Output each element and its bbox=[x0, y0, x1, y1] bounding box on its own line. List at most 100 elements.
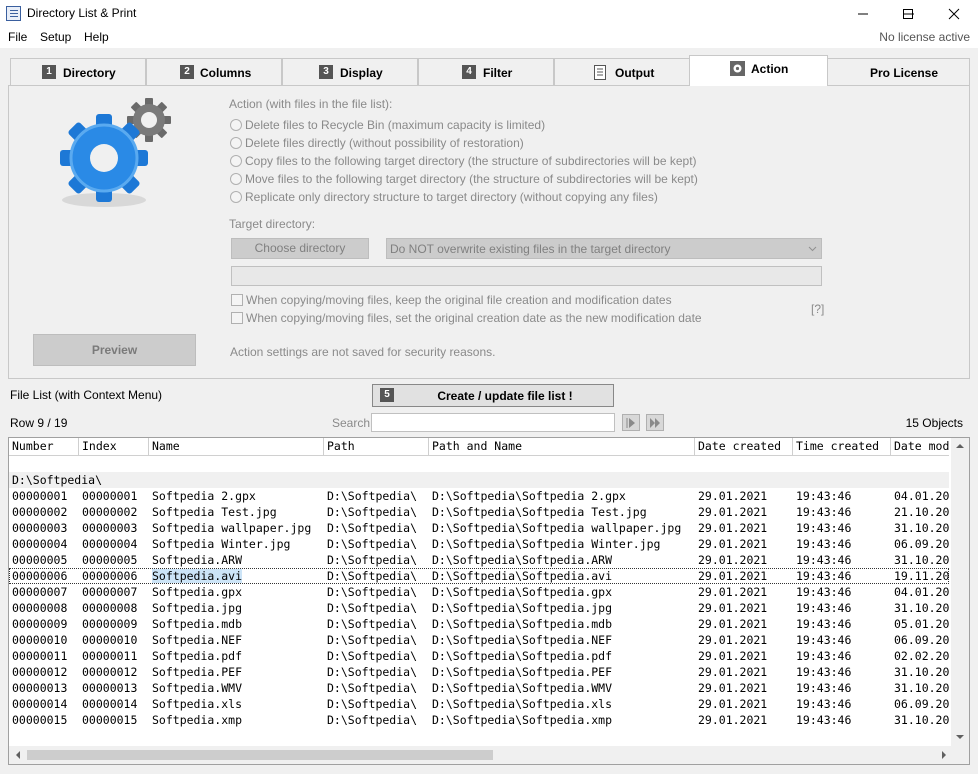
column-header-time-created[interactable]: Time created bbox=[793, 438, 891, 456]
cell-number-text: 00000003 bbox=[12, 521, 68, 535]
tab-output[interactable]: Output bbox=[554, 58, 690, 86]
cell-path-and-name: D:\Softpedia\Softpedia.xmp bbox=[429, 712, 695, 728]
cell-path: D:\Softpedia\ bbox=[324, 600, 429, 616]
cell-path: D:\Softpedia\ bbox=[324, 616, 429, 632]
column-header-number[interactable]: Number bbox=[9, 438, 79, 456]
tab-action[interactable]: Action bbox=[689, 55, 828, 86]
cell-number-text: 00000005 bbox=[12, 553, 68, 567]
cell-path: D:\Softpedia\ bbox=[324, 536, 429, 552]
radio-replicate-structure[interactable] bbox=[230, 191, 242, 203]
table-row[interactable]: 00000015 00000015 Softpedia.xmp D:\Softpedi… bbox=[9, 712, 949, 728]
table-row[interactable]: 00000005 00000005 Softpedia.ARW D:\Softpedi… bbox=[9, 552, 949, 568]
cell-name: Softpedia Test.jpg bbox=[149, 504, 324, 520]
cell-path-and-name: D:\Softpedia\Softpedia Test.jpg bbox=[429, 504, 695, 520]
table-row[interactable]: 00000004 00000004 Softpedia Winter.jpg D:\S… bbox=[9, 536, 949, 552]
tab-number-badge: 4 bbox=[462, 65, 476, 79]
tab-bar: 1 Directory 2 Columns 3 Display 4 Filter… bbox=[10, 55, 970, 86]
cell-date-created-text: 29.01.2021 bbox=[698, 681, 768, 695]
tab-pro-license[interactable]: Pro License bbox=[827, 58, 970, 86]
objects-count: 15 Objects bbox=[905, 416, 963, 430]
minimize-button-visual[interactable] bbox=[840, 0, 886, 28]
cell-number-text: 00000009 bbox=[12, 617, 68, 631]
search-all-button[interactable] bbox=[646, 414, 664, 431]
menu-setup[interactable]: Setup bbox=[40, 30, 71, 44]
table-row[interactable]: 00000003 00000003 Softpedia wallpaper.jpg D… bbox=[9, 520, 949, 536]
column-header-path-and-name[interactable]: Path and Name bbox=[429, 438, 695, 456]
cell-path: D:\Softpedia\ bbox=[324, 632, 429, 648]
overwrite-select[interactable]: Do NOT overwrite existing files in the t… bbox=[386, 238, 822, 259]
scroll-down-icon[interactable] bbox=[956, 734, 964, 740]
cell-time-created: 19:43:46 bbox=[793, 664, 891, 680]
scroll-up-icon[interactable] bbox=[956, 443, 964, 449]
table-row[interactable]: 00000011 00000011 Softpedia.pdf D:\Softpedi… bbox=[9, 648, 949, 664]
column-header-name[interactable]: Name bbox=[149, 438, 324, 456]
cell-number-text: 00000014 bbox=[12, 697, 68, 711]
table-row[interactable]: 00000013 00000013 Softpedia.WMV D:\Softpedi… bbox=[9, 680, 949, 696]
tab-filter[interactable]: 4 Filter bbox=[418, 58, 554, 86]
keep-dates-checkbox[interactable] bbox=[231, 294, 243, 306]
cell-date-modified-text: 31.10.20 bbox=[894, 521, 950, 535]
horizontal-scroll-thumb[interactable] bbox=[27, 750, 493, 760]
grid-body: D:\Softpedia\ 00000001 00000001 Softpedia … bbox=[9, 456, 949, 748]
search-input[interactable] bbox=[371, 413, 615, 432]
cell-index: 00000009 bbox=[79, 616, 149, 632]
column-header-date-modified[interactable]: Date mod bbox=[891, 438, 951, 456]
close-button[interactable] bbox=[931, 0, 977, 28]
file-list-grid[interactable]: Number Index Name Path Path and Name Dat… bbox=[8, 437, 970, 765]
cell-name-text: Softpedia.PEF bbox=[152, 665, 243, 679]
search-next-button[interactable] bbox=[622, 414, 640, 431]
cell-name: Softpedia Winter.jpg bbox=[149, 536, 324, 552]
table-row[interactable]: 00000014 00000014 Softpedia.xls D:\Softpedi… bbox=[9, 696, 949, 712]
cell-time-created: 19:43:46 bbox=[793, 680, 891, 696]
table-row[interactable]: 00000001 00000001 Softpedia 2.gpx D:\Softpe… bbox=[9, 488, 949, 504]
preview-button[interactable]: Preview bbox=[33, 334, 196, 366]
cell-date-created: 29.01.2021 bbox=[695, 520, 793, 536]
column-header-index[interactable]: Index bbox=[79, 438, 149, 456]
maximize-icon bbox=[903, 9, 913, 19]
license-status: No license active bbox=[879, 30, 970, 44]
tab-columns[interactable]: 2 Columns bbox=[146, 58, 282, 86]
radio-delete-recycle[interactable] bbox=[230, 119, 242, 131]
create-update-file-list-button[interactable]: 5 Create / update file list ! bbox=[372, 384, 614, 407]
cell-date-modified-text: 31.10.20 bbox=[894, 665, 950, 679]
table-row[interactable]: 00000006 00000006 Softpedia.avi D:\Softpedi… bbox=[9, 568, 949, 584]
horizontal-scrollbar[interactable] bbox=[9, 746, 969, 764]
cell-date-modified: 31.10.20 bbox=[891, 600, 951, 616]
table-row[interactable]: 00000008 00000008 Softpedia.jpg D:\Softpedi… bbox=[9, 600, 949, 616]
menu-help[interactable]: Help bbox=[84, 30, 109, 44]
cell-date-modified-text: 02.02.20 bbox=[894, 649, 950, 663]
cell-path-and-name-text: D:\Softpedia\Softpedia Test.jpg bbox=[432, 505, 647, 519]
table-row[interactable]: 00000010 00000010 Softpedia.NEF D:\Softpedi… bbox=[9, 632, 949, 648]
choose-directory-button[interactable]: Choose directory bbox=[231, 238, 369, 259]
table-row[interactable]: 00000002 00000002 Softpedia Test.jpg D:\Sof… bbox=[9, 504, 949, 520]
menu-file[interactable]: File bbox=[8, 30, 27, 44]
table-row[interactable]: 00000007 00000007 Softpedia.gpx D:\Softpedi… bbox=[9, 584, 949, 600]
cell-date-created-text: 29.01.2021 bbox=[698, 665, 768, 679]
cell-time-created-text: 19:43:46 bbox=[796, 537, 852, 551]
radio-move-files[interactable] bbox=[230, 173, 242, 185]
scroll-right-icon[interactable] bbox=[941, 751, 947, 759]
maximize-button[interactable] bbox=[885, 0, 931, 28]
table-row[interactable]: 00000009 00000009 Softpedia.mdb D:\Softpedi… bbox=[9, 616, 949, 632]
cell-number: 00000013 bbox=[9, 680, 79, 696]
cell-number: 00000011 bbox=[9, 648, 79, 664]
table-row[interactable]: 00000012 00000012 Softpedia.PEF D:\Softpedi… bbox=[9, 664, 949, 680]
radio-delete-direct[interactable] bbox=[230, 137, 242, 149]
radio-copy-files[interactable] bbox=[230, 155, 242, 167]
cell-index: 00000004 bbox=[79, 536, 149, 552]
cell-path: D:\Softpedia\ bbox=[324, 568, 429, 584]
cell-date-modified: 04.01.20 bbox=[891, 584, 951, 600]
column-header-date-created[interactable]: Date created bbox=[695, 438, 793, 456]
tab-display[interactable]: 3 Display bbox=[282, 58, 418, 86]
set-date-checkbox[interactable] bbox=[231, 312, 243, 324]
vertical-scrollbar[interactable] bbox=[951, 438, 969, 748]
target-directory-input[interactable] bbox=[231, 266, 822, 286]
cell-path-and-name-text: D:\Softpedia\Softpedia 2.gpx bbox=[432, 489, 626, 503]
cell-path-and-name-text: D:\Softpedia\Softpedia.pdf bbox=[432, 649, 613, 663]
tab-directory[interactable]: 1 Directory bbox=[10, 58, 146, 86]
column-header-path[interactable]: Path bbox=[324, 438, 429, 456]
set-date-label: When copying/moving files, set the origi… bbox=[246, 311, 702, 325]
scroll-left-icon[interactable] bbox=[15, 751, 21, 759]
group-row-directory[interactable]: D:\Softpedia\ bbox=[9, 472, 949, 488]
help-link[interactable]: [?] bbox=[811, 302, 824, 316]
